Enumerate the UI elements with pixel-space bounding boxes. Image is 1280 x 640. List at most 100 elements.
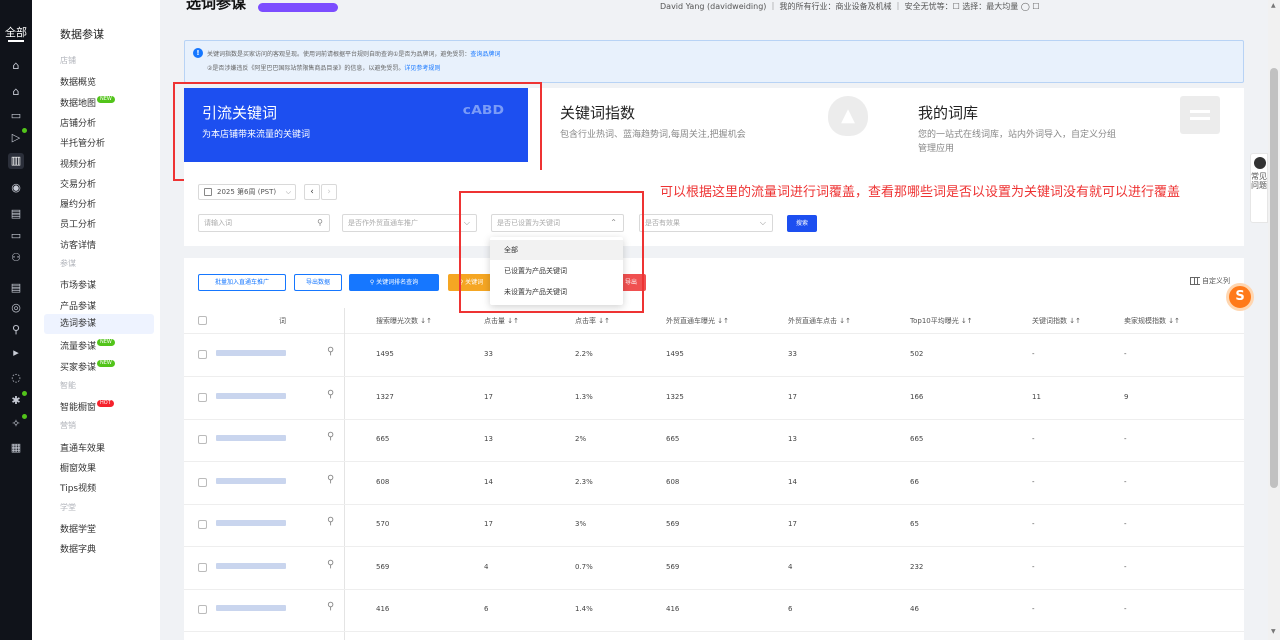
dropdown-option[interactable]: 已设置为产品关键词 <box>490 261 623 281</box>
search-icon[interactable]: ⚲ <box>327 431 334 442</box>
sidebar-item[interactable]: 员工分析 <box>60 217 96 230</box>
row-checkbox[interactable] <box>198 350 207 359</box>
user-icon[interactable]: ⚲ <box>8 322 24 338</box>
next-week-button[interactable]: › <box>321 184 337 200</box>
sidebar-item[interactable]: 流量参谋 NEW <box>60 339 115 352</box>
sidebar-item[interactable]: 橱窗效果 <box>60 461 96 474</box>
table-cell: 569 <box>666 562 680 571</box>
title-badge[interactable] <box>258 3 338 12</box>
column-header[interactable]: 卖家规模指数 ↓↑ <box>1124 316 1180 326</box>
sidebar-item-label: 橱窗效果 <box>60 464 97 474</box>
search-icon: ⚲ <box>317 218 323 227</box>
scroll-down-icon[interactable]: ▼ <box>1271 628 1276 635</box>
message-icon[interactable]: ▭ <box>8 228 24 244</box>
brand-word-link[interactable]: 查询品牌词 <box>470 51 500 58</box>
search-icon[interactable]: ⚲ <box>327 346 334 357</box>
sidebar-item[interactable]: 半托管分析 <box>60 136 105 149</box>
keyword-redacted <box>216 562 286 569</box>
sidebar-item[interactable]: 数据字典 <box>60 542 96 555</box>
batch-add-button[interactable]: 批量加入直通车推广 <box>198 274 286 291</box>
row-checkbox[interactable] <box>198 477 207 487</box>
home-icon[interactable]: ⌂ <box>8 58 24 74</box>
prev-week-button[interactable]: ‹ <box>304 184 320 200</box>
dropdown-option[interactable]: 全部 <box>490 240 623 260</box>
export-data-button[interactable]: 导出数据 <box>294 274 342 291</box>
group-icon[interactable]: ⚇ <box>8 250 24 266</box>
sidebar-item[interactable]: 智能橱窗 HOT <box>60 400 114 413</box>
column-header[interactable]: 关键词指数 ↓↑ <box>1032 316 1081 326</box>
card-word-library[interactable]: 我的词库 您的一站式在线词库，站内外词导入，自定义分组管理应用 <box>900 88 1244 162</box>
spark-icon[interactable]: ✱ <box>8 391 27 409</box>
calendar-icon[interactable]: ▭ <box>8 108 24 124</box>
sidebar-item[interactable]: 店铺分析 <box>60 116 96 129</box>
row-checkbox[interactable] <box>198 605 207 614</box>
signal-icon[interactable]: ◉ <box>8 180 24 196</box>
sidebar-item[interactable]: 交易分析 <box>60 177 96 190</box>
store-icon[interactable]: ▤ <box>8 206 24 222</box>
sidebar-item[interactable]: 买家参谋 NEW <box>60 359 115 373</box>
search-icon[interactable]: ⚲ <box>327 601 334 612</box>
tv-icon[interactable]: ▷ <box>8 128 27 146</box>
row-checkbox[interactable] <box>198 520 207 529</box>
sidebar-item-label: 营销 <box>60 421 76 431</box>
column-header[interactable]: 外贸直通车点击 ↓↑ <box>788 316 851 326</box>
float-badge-icon[interactable]: S <box>1226 283 1254 311</box>
custom-columns-button[interactable]: 自定义列 <box>1190 276 1230 286</box>
select-is-keyword[interactable]: 是否已设置为关键词 ⌃ <box>491 214 624 232</box>
search-icon[interactable]: ⚲ <box>327 516 334 527</box>
sidebar-item[interactable]: 履约分析 <box>60 197 96 210</box>
sidebar-item[interactable]: 直通车效果 <box>60 441 105 454</box>
help-tab[interactable]: 常见问题 <box>1250 153 1268 223</box>
scroll-up-icon[interactable]: ▲ <box>1271 2 1276 9</box>
sidebar-item[interactable]: Tips视频 <box>60 481 96 494</box>
sidebar-item[interactable]: 市场参谋 <box>60 278 96 291</box>
column-header[interactable]: 外贸直通车曝光 ↓↑ <box>666 316 729 326</box>
row-checkbox[interactable] <box>198 435 207 444</box>
sidebar-item-label: 参谋 <box>60 259 76 268</box>
sidebar-item[interactable]: 产品参谋 <box>60 299 96 312</box>
card-keyword-index[interactable]: 关键词指数 包含行业热词、蓝海趋势词,每周关注,把握机会 ▲ <box>542 88 886 162</box>
sidebar-item[interactable]: 数据学堂 <box>60 522 96 535</box>
chart-icon[interactable]: ▥ <box>8 153 24 169</box>
sidebar-item[interactable]: 访客详情 <box>60 238 96 251</box>
row-checkbox[interactable] <box>198 562 207 572</box>
search-icon[interactable]: ⚲ <box>327 474 334 485</box>
table-cell: 1495 <box>666 350 684 358</box>
card-traffic-keywords[interactable]: 引流关键词 为本店铺带来流量的关键词 ᶜᴬᴮᴰ <box>184 88 528 162</box>
search-button[interactable]: 搜索 <box>787 215 817 232</box>
column-header[interactable]: Top10平均曝光 ↓↑ <box>910 316 973 326</box>
help-label: 常见问题 <box>1251 172 1267 190</box>
sidebar-item[interactable]: 选词参谋 <box>44 313 154 334</box>
play-icon[interactable]: ▸ <box>8 345 24 361</box>
table-cell: 46 <box>910 605 919 613</box>
compass-icon[interactable]: ◎ <box>8 300 24 316</box>
select-all-checkbox[interactable] <box>198 316 207 325</box>
week-picker[interactable]: 2025 第6周 (PST) ⌵ <box>198 184 296 200</box>
magic-icon[interactable]: ✧ <box>8 414 27 432</box>
header-user-info[interactable]: David Yang (davidweiding) ｜ 我的所有行业：商业设备及… <box>660 1 1040 12</box>
rules-link[interactable]: 详见参考规则 <box>404 65 440 72</box>
sidebar-item[interactable]: 视频分析 <box>60 157 96 170</box>
sidebar-item[interactable]: 数据地图 NEW <box>60 95 115 109</box>
column-header[interactable]: 搜索曝光次数 ↓↑ <box>376 316 432 326</box>
column-header[interactable]: 点击率 ↓↑ <box>575 316 610 326</box>
keyword-search-input[interactable]: 请输入词 ⚲ <box>198 214 330 232</box>
shop-icon[interactable]: ⌂ <box>8 84 24 100</box>
select-has-effect[interactable]: 是否有效果 ⌵ <box>639 214 773 232</box>
sidebar-item[interactable]: 数据概览 <box>60 75 96 88</box>
dropdown-option[interactable]: 未设置为产品关键词 <box>490 282 623 302</box>
row-checkbox[interactable] <box>198 392 207 402</box>
search-icon[interactable]: ⚲ <box>327 559 334 570</box>
data-table: 批量加入直通车推广 导出数据 ⚲ 关键词排名查询 ⚲ 关键词 导出 自定义列 词… <box>184 258 1244 640</box>
orange-action-button[interactable]: ⚲ 关键词 <box>448 274 494 291</box>
column-header[interactable]: 点击量 ↓↑ <box>484 316 519 326</box>
keyword-rank-button[interactable]: ⚲ 关键词排名查询 <box>349 274 439 291</box>
printer-icon[interactable]: ▦ <box>8 440 24 456</box>
doc-icon[interactable]: ▤ <box>8 280 24 296</box>
scrollbar-thumb[interactable] <box>1270 68 1278 488</box>
select-p4p[interactable]: 是否作外贸直通车推广 ⌵ <box>342 214 477 232</box>
shield-icon[interactable]: ◌ <box>8 370 24 386</box>
search-icon[interactable]: ⚲ <box>327 389 334 400</box>
page-scrollbar[interactable]: ▲ ▼ <box>1268 0 1280 640</box>
rail-all-label[interactable]: 全部 <box>0 24 32 40</box>
